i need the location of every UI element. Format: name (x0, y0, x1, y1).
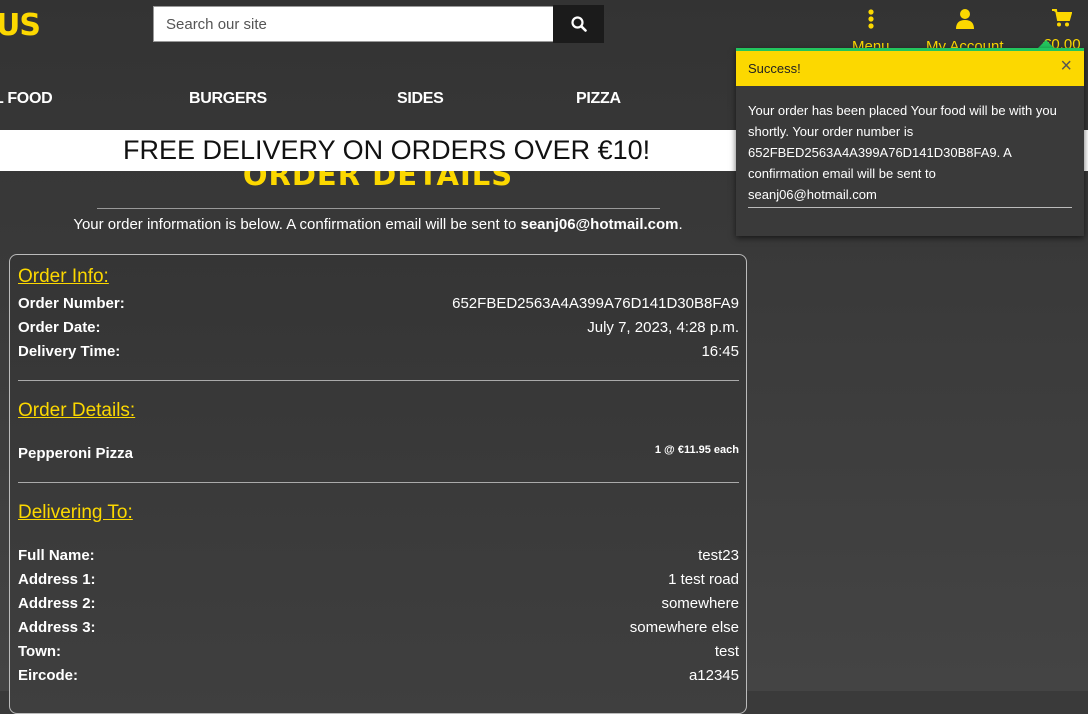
toast-arrow (1038, 40, 1054, 48)
order-intro: Your order information is below. A confi… (0, 216, 756, 233)
cart-icon (1051, 9, 1072, 27)
page-title-wrapper: ORDER DETAILS (0, 171, 756, 193)
section-divider (18, 380, 739, 381)
order-number-label: Order Number: (18, 295, 125, 312)
address3-value: somewhere else (629, 619, 739, 636)
title-divider (97, 208, 660, 209)
town-label: Town: (18, 643, 62, 660)
order-item-qty-price: 1 @ €11.95 each (654, 444, 739, 456)
address2-label: Address 2: (18, 595, 96, 612)
category-link-meal-food[interactable]: L FOOD (0, 90, 53, 108)
order-info-heading: Order Info: (18, 266, 109, 287)
intro-end: . (678, 216, 683, 233)
section-divider (18, 482, 739, 483)
toast-title: Success! (748, 61, 801, 76)
category-link-sides[interactable]: SIDES (397, 90, 444, 108)
order-date-value: July 7, 2023, 4:28 p.m. (587, 319, 739, 336)
order-details-heading: Order Details: (18, 400, 136, 421)
search-button[interactable] (553, 5, 604, 43)
eircode-value: a12345 (688, 667, 739, 684)
toast-close-button[interactable]: × (1060, 55, 1072, 78)
address1-value: 1 test road (668, 571, 739, 588)
delivery-time-value: 16:45 (701, 343, 739, 360)
site-logo[interactable]: US (0, 8, 41, 43)
intro-email: seanj06@hotmail.com (520, 216, 679, 233)
eircode-label: Eircode: (18, 667, 79, 684)
address3-label: Address 3: (18, 619, 96, 636)
order-number-value: 652FBED2563A4A399A76D141D30B8FA9 (452, 295, 739, 312)
search-icon (570, 16, 587, 32)
user-icon (955, 9, 974, 29)
vertical-dots-icon (868, 9, 874, 29)
order-date-label: Order Date: (18, 319, 101, 336)
search-bar (153, 5, 604, 44)
delivering-to-heading: Delivering To: (18, 502, 133, 523)
search-input[interactable] (153, 6, 553, 42)
address1-label: Address 1: (18, 571, 96, 588)
category-link-pizza[interactable]: PIZZA (576, 90, 621, 108)
order-item-name: Pepperoni Pizza (18, 445, 134, 462)
promo-banner-text: FREE DELIVERY ON ORDERS OVER €10! (123, 135, 651, 165)
page-title: ORDER DETAILS (242, 171, 514, 190)
toast-divider (748, 207, 1072, 208)
success-toast: Success! × Your order has been placed Yo… (736, 48, 1084, 236)
full-name-value: test23 (698, 547, 739, 564)
category-link-burgers[interactable]: BURGERS (189, 90, 267, 108)
full-name-label: Full Name: (18, 547, 95, 564)
toast-message: Your order has been placed Your food wil… (748, 103, 1057, 202)
intro-text: Your order information is below. A confi… (73, 216, 521, 233)
toast-header: Success! × (736, 48, 1084, 86)
address2-value: somewhere (661, 595, 739, 612)
town-value: test (714, 643, 739, 660)
delivery-time-label: Delivery Time: (18, 343, 121, 360)
